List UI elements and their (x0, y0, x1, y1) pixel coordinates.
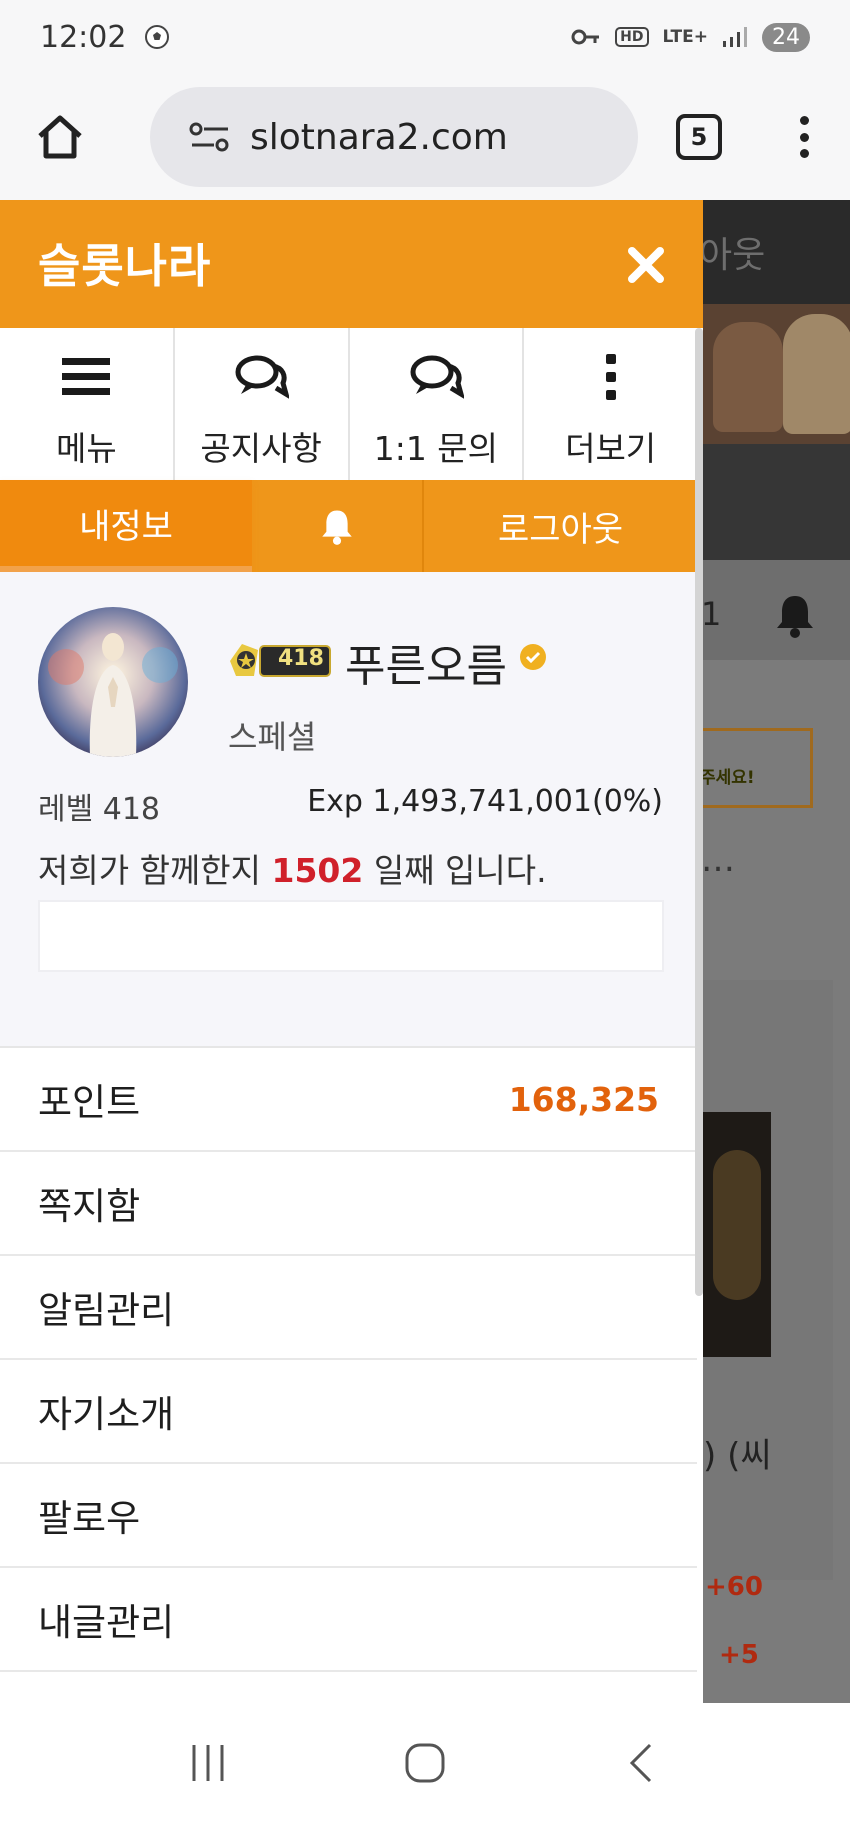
side-drawer: 슬롯나라 메뉴 공지사항 1:1 문의 더보기 내정보 로그아웃 418 푸른오… (0, 200, 703, 1703)
bg-section (703, 444, 850, 560)
chat-bubbles-icon (410, 355, 464, 399)
bg-points: +5 (719, 1640, 759, 1670)
user-level: 레벨 418 (38, 792, 160, 827)
chat-bubbles-icon (235, 355, 290, 399)
quick-menu-menu[interactable]: 메뉴 (0, 328, 175, 480)
dot (799, 116, 809, 125)
network-type: LTE+ (662, 26, 708, 47)
membership-days: 저희가 함께한지 1502 일째 입니다. (38, 844, 547, 892)
quick-menu-label: 더보기 (565, 429, 657, 468)
recent-apps-icon (192, 1745, 224, 1781)
bg-character (783, 314, 850, 434)
url-bar[interactable]: slotnara2.com (150, 87, 638, 187)
logout-button[interactable]: 로그아웃 (424, 480, 697, 572)
background-page: 아웃 1 주세요! … ) (씨 +60 +5 (703, 200, 850, 1703)
browser-toolbar: slotnara2.com 5 (0, 74, 850, 200)
user-name: 푸른오름 (345, 641, 507, 692)
menu-item-label: 팔로우 (38, 1497, 141, 1540)
back-icon (629, 1743, 651, 1783)
home-circle-icon (405, 1743, 445, 1783)
dot (799, 132, 809, 142)
bg-fragment: ) (씨 (703, 1436, 772, 1476)
status-icons: HD LTE+ 24 (571, 22, 810, 52)
tab-my-info[interactable]: 내정보 (0, 480, 252, 572)
system-nav-bar (0, 1703, 850, 1823)
hamburger-icon (62, 358, 111, 395)
menu-item-points[interactable]: 포인트 168,325 (0, 1048, 697, 1152)
bg-notice-text: 주세요! (703, 768, 755, 788)
home-icon (38, 115, 82, 159)
status-message-field[interactable] (38, 900, 664, 972)
bg-points: +60 (705, 1572, 763, 1602)
site-title: 슬롯나라 (38, 239, 212, 293)
level-badge-number: 418 (278, 646, 324, 671)
close-icon[interactable] (618, 237, 674, 293)
days-prefix: 저희가 함께한지 (38, 851, 272, 890)
bg-header: 아웃 (703, 200, 850, 304)
menu-item-label: 내글관리 (38, 1601, 175, 1644)
menu-item-follow[interactable]: 팔로우 (0, 1464, 697, 1568)
key-icon (571, 29, 600, 45)
more-vertical-icon (605, 354, 616, 400)
bg-digit: 1 (703, 595, 722, 633)
tab-switcher-button[interactable]: 5 (676, 114, 722, 160)
quick-menu: 메뉴 공지사항 1:1 문의 더보기 (0, 328, 697, 480)
quick-menu-inquiry[interactable]: 1:1 문의 (350, 328, 525, 480)
days-count: 1502 (271, 851, 364, 890)
bg-image-detail (713, 1150, 761, 1300)
bg-header-text: 아웃 (703, 235, 766, 276)
recent-apps-button[interactable] (178, 1733, 238, 1793)
quick-menu-label: 메뉴 (56, 429, 117, 468)
menu-item-label: 쪽지함 (38, 1185, 141, 1228)
bg-banner-image (703, 304, 850, 444)
hd-icon: HD (615, 27, 649, 47)
dot (799, 149, 809, 158)
points-value: 168,325 (508, 1079, 659, 1119)
drawer-header: 슬롯나라 (0, 200, 703, 328)
back-button[interactable] (612, 1733, 672, 1793)
days-suffix: 일째 입니다. (363, 851, 547, 890)
quick-menu-label: 1:1 문의 (373, 429, 499, 468)
menu-item-label: 알림관리 (38, 1289, 175, 1332)
bg-notice: 주세요! (703, 728, 813, 808)
account-menu: 포인트 168,325 쪽지함 알림관리 자기소개 팔로우 내글관리 (0, 1046, 697, 1672)
quick-menu-label: 공지사항 (200, 429, 322, 468)
drawer-scrollbar[interactable] (695, 328, 703, 1296)
bg-ellipsis: … (703, 840, 735, 880)
verified-icon (520, 644, 546, 670)
avatar[interactable] (38, 607, 188, 757)
menu-item-label: 자기소개 (38, 1393, 175, 1436)
profile-card: 418 푸른오름 스페셜 레벨 418 Exp 1,493,741,001(0%… (0, 572, 697, 1046)
notifications-button[interactable] (252, 480, 424, 572)
user-grade: 스페셜 (228, 718, 317, 756)
home-nav-button[interactable] (395, 1733, 455, 1793)
home-button[interactable] (30, 107, 90, 167)
bg-character (713, 322, 783, 432)
status-bar: 12:02 HD LTE+ 24 (0, 0, 850, 74)
menu-item-label: 포인트 (38, 1081, 141, 1124)
user-exp: Exp 1,493,741,001(0%) (307, 784, 663, 819)
menu-item-notification-settings[interactable]: 알림관리 (0, 1256, 697, 1360)
quick-menu-more[interactable]: 더보기 (524, 328, 697, 480)
battery-indicator: 24 (762, 22, 810, 52)
soccer-ball-icon (145, 25, 170, 49)
menu-item-my-posts[interactable]: 내글관리 (0, 1568, 697, 1672)
site-settings-icon (189, 122, 229, 152)
bell-icon (777, 596, 813, 638)
action-bar: 내정보 로그아웃 (0, 480, 697, 572)
quick-menu-notice[interactable]: 공지사항 (175, 328, 350, 480)
status-time: 12:02 (40, 19, 127, 55)
signal-icon (723, 27, 747, 47)
url-text: slotnara2.com (250, 116, 508, 158)
browser-menu-button[interactable] (792, 112, 816, 162)
menu-item-messages[interactable]: 쪽지함 (0, 1152, 697, 1256)
menu-item-self-intro[interactable]: 자기소개 (0, 1360, 697, 1464)
bell-icon (322, 510, 352, 545)
